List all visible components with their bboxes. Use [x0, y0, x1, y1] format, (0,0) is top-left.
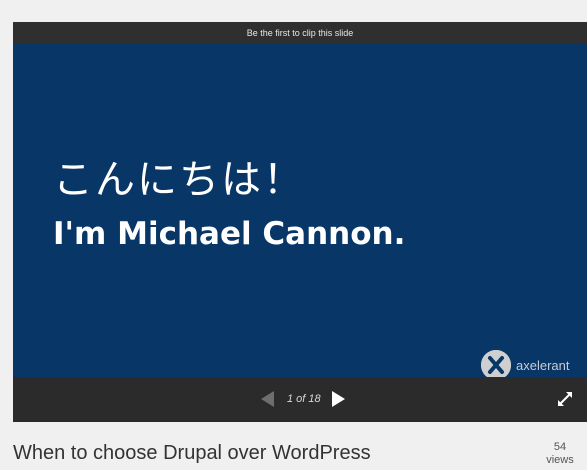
- views-count: 54: [553, 441, 567, 453]
- expand-icon: [558, 392, 572, 406]
- clip-notice-bar[interactable]: Be the first to clip this slide: [13, 22, 587, 44]
- arrow-right-icon: [332, 391, 345, 407]
- fullscreen-button[interactable]: [556, 390, 574, 408]
- slideshow-page: Be the first to clip this slide こんにちは！ I…: [0, 0, 587, 470]
- axelerant-logo-icon: [481, 350, 511, 380]
- slide-greeting: こんにちは！: [53, 157, 305, 203]
- arrow-left-icon: [261, 391, 274, 407]
- slide-player: Be the first to clip this slide こんにちは！ I…: [13, 22, 587, 422]
- next-slide-button[interactable]: [329, 390, 347, 408]
- current-slide: こんにちは！ I'm Michael Cannon. axelerant: [13, 44, 587, 393]
- brand-name: axelerant: [516, 357, 570, 373]
- player-controls: 1 of 18: [13, 377, 587, 422]
- views-counter: 54 views: [535, 441, 585, 467]
- previous-slide-button[interactable]: [259, 390, 277, 408]
- slide-counter: 1 of 18: [287, 393, 321, 405]
- presentation-title[interactable]: When to choose Drupal over WordPress: [13, 440, 371, 466]
- views-label: views: [546, 454, 574, 466]
- clip-notice-text[interactable]: Be the first to clip this slide: [247, 28, 354, 38]
- slide-intro: I'm Michael Cannon.: [53, 216, 406, 252]
